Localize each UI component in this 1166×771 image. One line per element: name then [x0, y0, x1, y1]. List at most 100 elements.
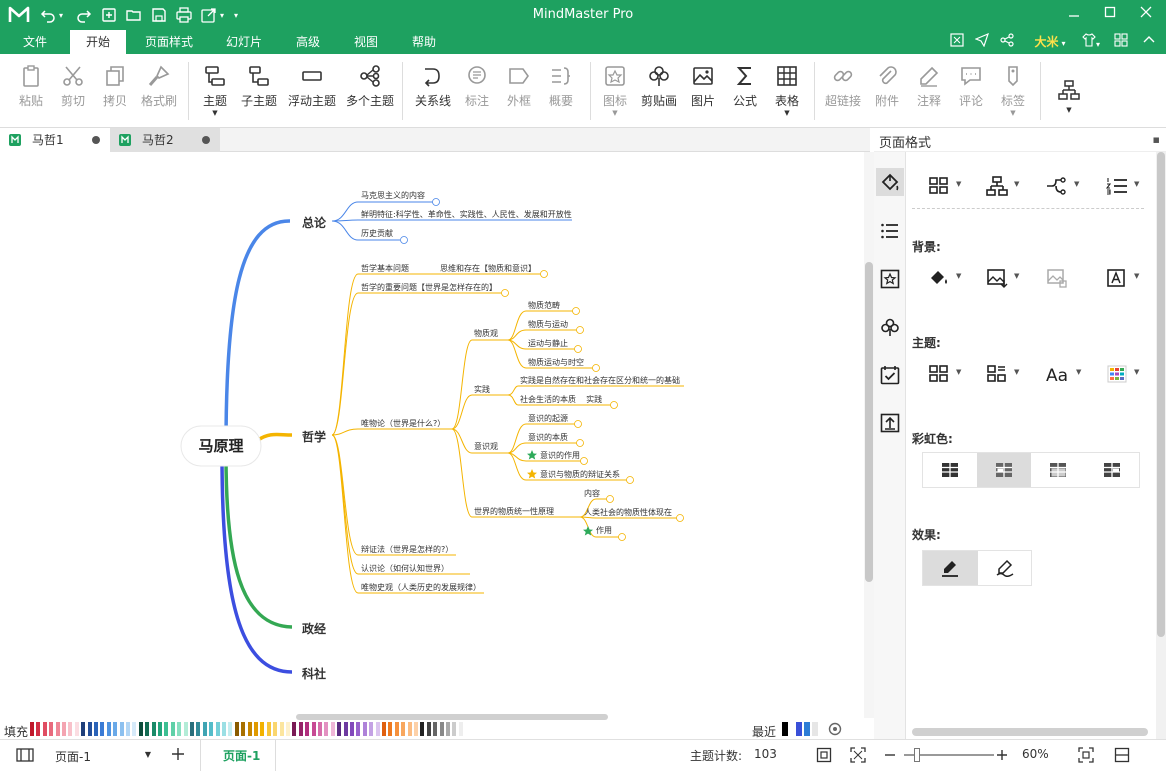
- skin-button[interactable]: ▾: [1076, 33, 1106, 51]
- multiple-topics-button[interactable]: 多个主题: [344, 60, 396, 124]
- color-picker-button[interactable]: [828, 722, 842, 736]
- zoom-level[interactable]: 60%: [1022, 747, 1049, 761]
- cut-button[interactable]: 剪切: [56, 60, 90, 124]
- color-swatch[interactable]: [241, 722, 246, 736]
- paste-button[interactable]: 粘贴: [14, 60, 48, 124]
- color-swatch[interactable]: [49, 722, 54, 736]
- color-swatch[interactable]: [183, 722, 188, 736]
- color-swatch[interactable]: [266, 722, 271, 736]
- panel-horizontal-scrollbar[interactable]: [912, 728, 1148, 736]
- minimize-button[interactable]: [1062, 4, 1086, 26]
- rainbow-option-1[interactable]: [923, 453, 977, 487]
- export-tab[interactable]: [876, 410, 904, 436]
- recent-color-swatch[interactable]: [782, 722, 788, 736]
- node-zonglun-item[interactable]: 历史贡献: [361, 228, 393, 239]
- color-swatch[interactable]: [113, 722, 118, 736]
- page-list-toggle[interactable]: [16, 748, 34, 762]
- recent-color-swatch[interactable]: [796, 722, 802, 736]
- zoom-out-button[interactable]: [884, 747, 898, 763]
- color-swatch[interactable]: [356, 722, 361, 736]
- rainbow-option-3[interactable]: [1031, 453, 1085, 487]
- user-account[interactable]: 大米 ▾: [1030, 33, 1070, 51]
- color-swatch[interactable]: [394, 722, 399, 736]
- color-swatch[interactable]: [330, 722, 335, 736]
- color-swatch[interactable]: [106, 722, 111, 736]
- color-swatch[interactable]: [151, 722, 156, 736]
- page-select[interactable]: 页面-1 ▼: [50, 743, 154, 765]
- node-yishi-item[interactable]: 意识与物质的辩证关系: [540, 469, 620, 480]
- color-swatch[interactable]: [350, 722, 354, 736]
- node-tongyi[interactable]: 世界的物质统一性原理: [474, 506, 554, 517]
- node-zhexue-jiben-sub[interactable]: 思维和存在【物质和意识】: [440, 263, 536, 274]
- color-swatch[interactable]: [158, 722, 162, 736]
- color-swatch[interactable]: [234, 722, 239, 736]
- node-weiwu[interactable]: 唯物论（世界是什么?）: [361, 418, 445, 429]
- send-button[interactable]: [973, 32, 991, 51]
- summary-button[interactable]: 概要: [544, 60, 578, 124]
- theme-style-button[interactable]: ▼: [986, 362, 1026, 386]
- node-wuzhi-item[interactable]: 物质范畴: [528, 300, 560, 311]
- zoom-in-button[interactable]: [996, 747, 1010, 763]
- format-painter-button[interactable]: 格式刷: [138, 60, 180, 124]
- rainbow-option-2[interactable]: [977, 453, 1031, 487]
- color-swatch[interactable]: [196, 722, 201, 736]
- color-swatch[interactable]: [100, 722, 105, 736]
- menu-advanced[interactable]: 高级: [288, 30, 328, 54]
- color-swatch[interactable]: [426, 722, 431, 736]
- color-swatch[interactable]: [382, 722, 386, 736]
- node-zonglun-item[interactable]: 鲜明特征:科学性、革命性、实践性、人民性、发展和开放性: [361, 209, 572, 220]
- color-swatch[interactable]: [177, 722, 182, 736]
- color-swatch[interactable]: [324, 722, 329, 736]
- node-wuzhi[interactable]: 物质观: [474, 328, 498, 339]
- color-swatch[interactable]: [362, 722, 367, 736]
- color-swatch[interactable]: [209, 722, 214, 736]
- callout-button[interactable]: 标注: [460, 60, 494, 124]
- color-swatch[interactable]: [292, 722, 297, 736]
- color-swatch[interactable]: [260, 722, 265, 736]
- copy-button[interactable]: 拷贝: [98, 60, 132, 124]
- layout-button[interactable]: ▼: [1054, 60, 1084, 124]
- node-keshe[interactable]: 科社: [302, 665, 326, 682]
- task-tab[interactable]: [876, 362, 904, 388]
- background-color-button[interactable]: ▼: [928, 266, 968, 290]
- doc-tab-2[interactable]: 马哲2: [110, 128, 220, 152]
- unsaved-dot-icon[interactable]: [202, 136, 210, 144]
- color-swatch[interactable]: [42, 722, 47, 736]
- theme-font-button[interactable]: Aa ▼: [1046, 362, 1086, 386]
- layout-grid-button[interactable]: ▼: [928, 174, 968, 198]
- remove-background-button[interactable]: [1046, 266, 1086, 290]
- scroll-thumb[interactable]: [1157, 152, 1165, 637]
- menu-help[interactable]: 帮助: [404, 30, 444, 54]
- color-swatch[interactable]: [202, 722, 207, 736]
- color-swatch[interactable]: [337, 722, 342, 736]
- color-swatch[interactable]: [36, 722, 41, 736]
- node-zhexue-jiben[interactable]: 哲学基本问题: [361, 263, 409, 274]
- color-swatch[interactable]: [311, 722, 316, 736]
- effect-option-handdrawn[interactable]: [978, 551, 1032, 585]
- connector-style-button[interactable]: ▼: [1046, 174, 1086, 198]
- menu-file[interactable]: 文件: [12, 30, 58, 54]
- node-zhexue-zhongyao[interactable]: 哲学的重要问题【世界是怎样存在的】: [361, 282, 497, 293]
- node-yishi-item[interactable]: 意识的作用: [540, 450, 580, 461]
- color-swatch[interactable]: [170, 722, 175, 736]
- effect-option-flat[interactable]: [923, 551, 978, 585]
- watermark-button[interactable]: ▼: [1106, 266, 1146, 290]
- color-swatch[interactable]: [126, 722, 130, 736]
- color-swatch[interactable]: [81, 722, 86, 736]
- doc-tab-1[interactable]: 马哲1: [0, 128, 110, 152]
- color-swatch[interactable]: [119, 722, 124, 736]
- pin-icon[interactable]: ▪: [1153, 133, 1160, 146]
- menu-view[interactable]: 视图: [346, 30, 386, 54]
- color-swatch[interactable]: [228, 722, 233, 736]
- color-swatch[interactable]: [68, 722, 73, 736]
- color-swatch[interactable]: [298, 722, 303, 736]
- color-swatch[interactable]: [369, 722, 374, 736]
- node-lishi[interactable]: 唯物史观（人类历史的发展规律）: [361, 582, 481, 593]
- color-swatch[interactable]: [414, 722, 418, 736]
- color-swatch[interactable]: [420, 722, 425, 736]
- table-button[interactable]: 表格 ▼: [770, 60, 804, 124]
- node-shijian-item[interactable]: 社会生活的本质 实践: [520, 394, 602, 405]
- topic-button[interactable]: 主题 ▼: [198, 60, 232, 124]
- color-swatch[interactable]: [215, 722, 220, 736]
- node-zhengjing[interactable]: 政经: [302, 620, 326, 637]
